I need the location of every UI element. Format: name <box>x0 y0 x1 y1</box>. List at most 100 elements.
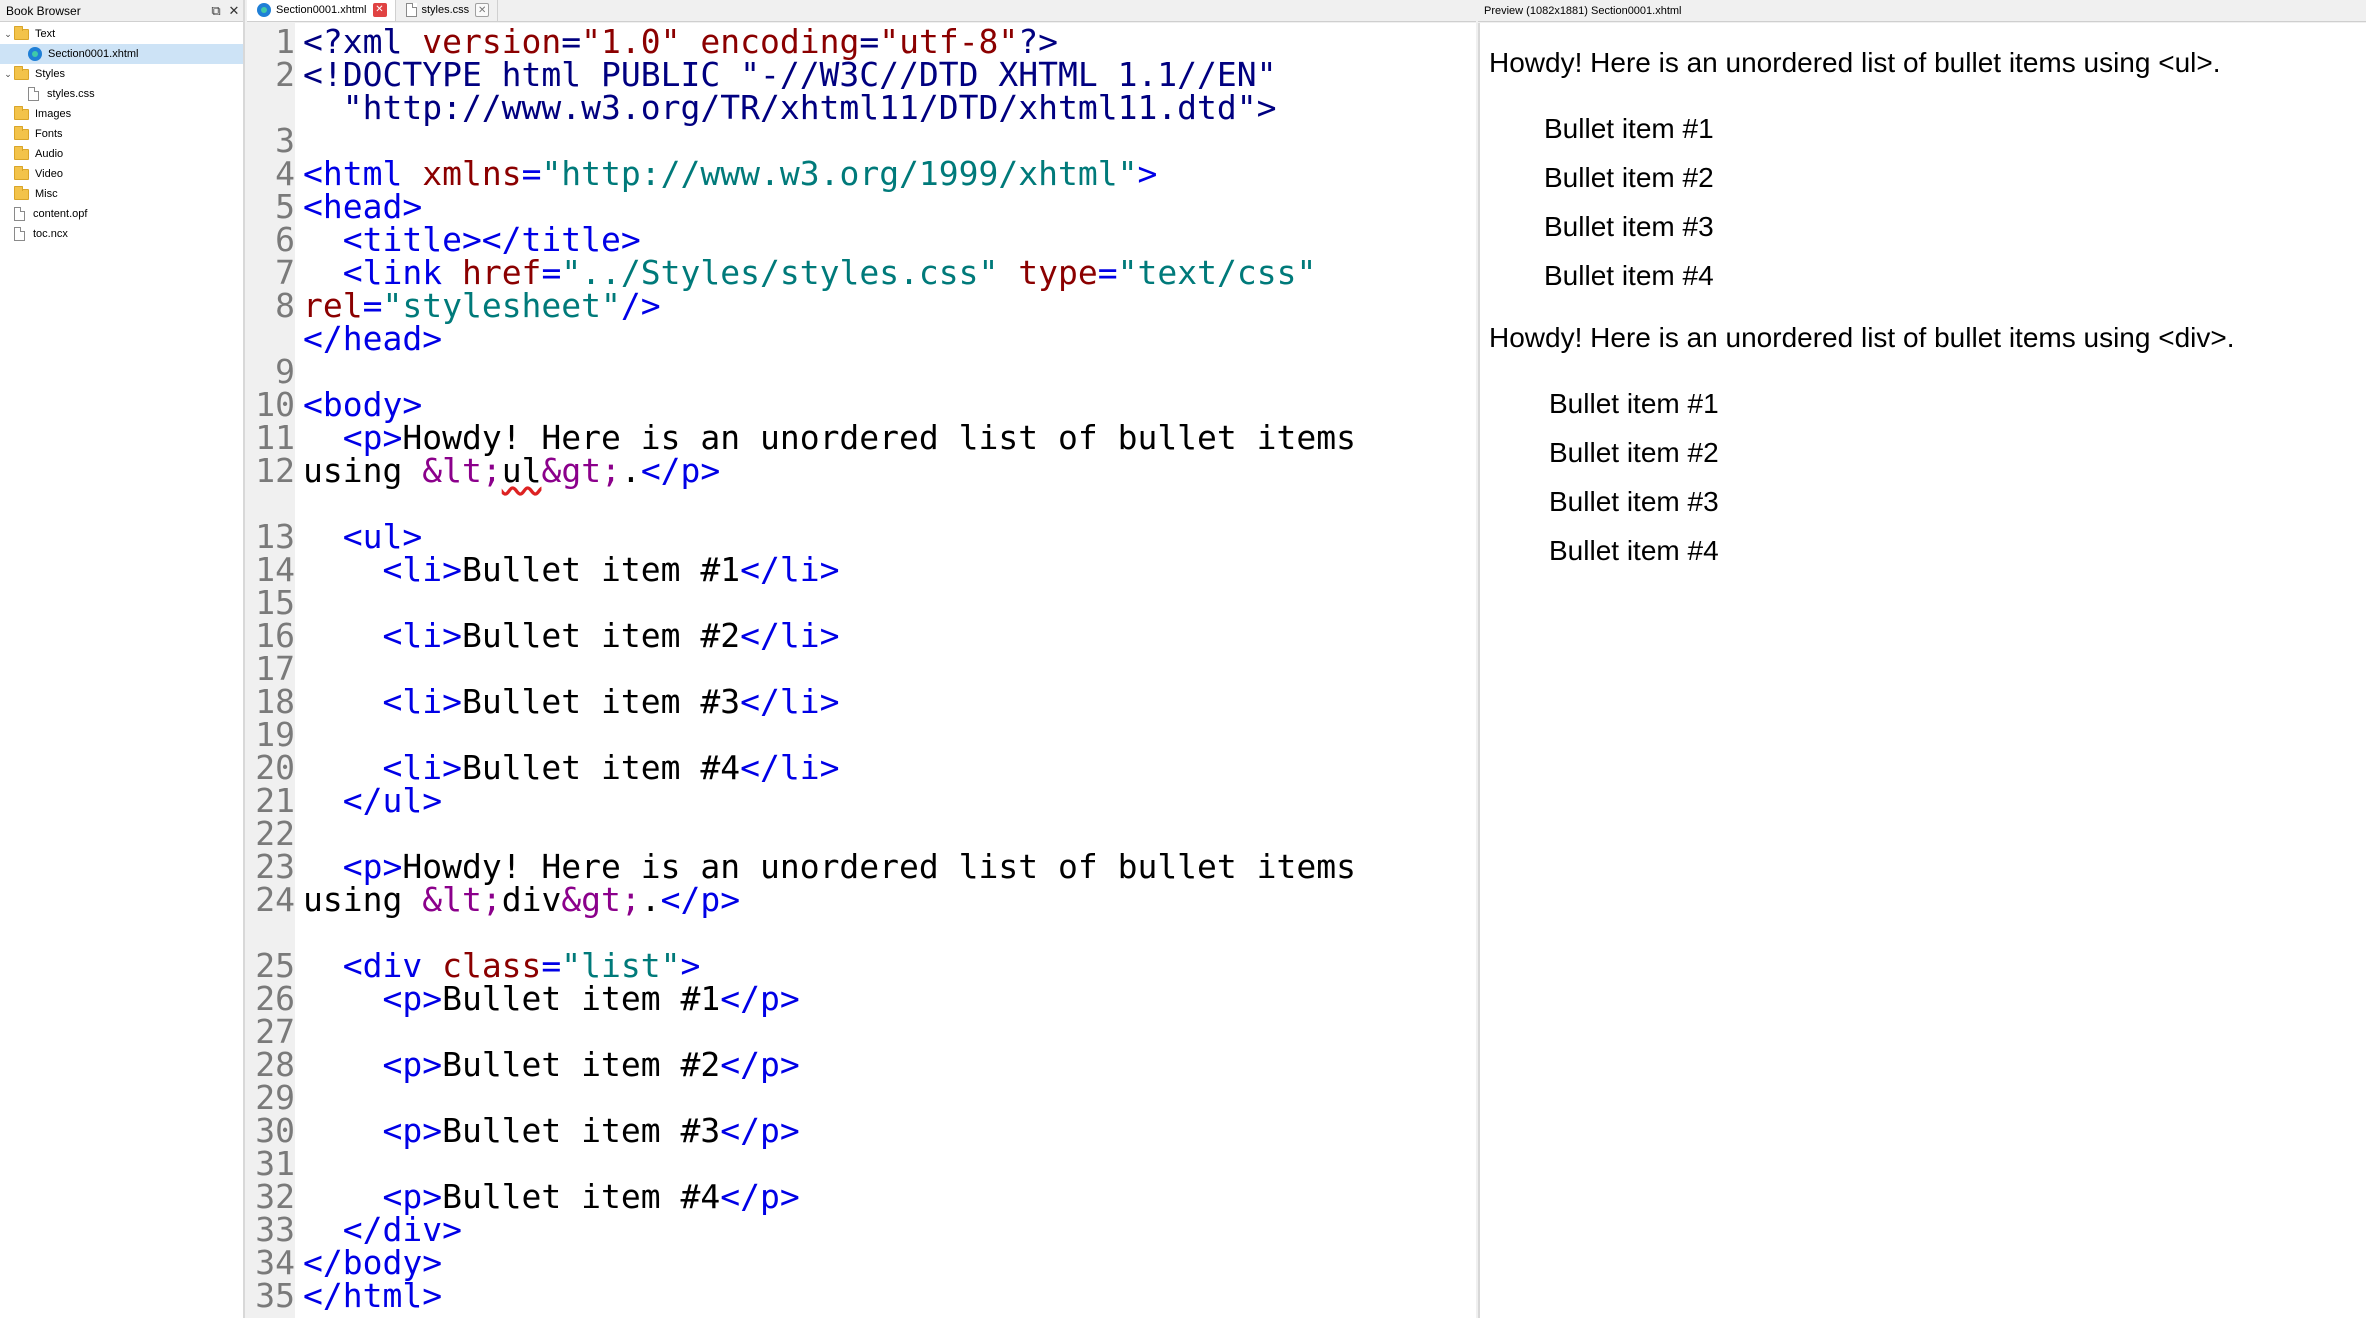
line-number: 32 <box>255 1177 295 1216</box>
close-tab-icon[interactable]: ✕ <box>372 3 387 17</box>
code-line[interactable]: 4 <html xmlns="http://www.w3.org/1999/xht… <box>247 157 1476 190</box>
book-browser-panel: Book Browser ⧉ ✕ ⌄ Text Section0001.xhtml ⌄… <box>0 0 245 1318</box>
tree-item-label: toc.ncx <box>33 228 68 240</box>
code-line[interactable]: 25 <div class="list"> <box>247 949 1476 982</box>
code-line[interactable]: 17 <box>247 652 1476 685</box>
code-line[interactable]: 6 <title></title> <box>247 223 1476 256</box>
book-browser-header: Book Browser ⧉ ✕ <box>0 0 243 22</box>
folder-icon <box>14 65 29 80</box>
file-tree: ⌄ Text Section0001.xhtml ⌄ Styles styles.css I… <box>0 22 243 244</box>
tree-item[interactable]: Video <box>0 164 243 184</box>
chevron-down-icon[interactable]: ⌄ <box>2 29 14 40</box>
code-line-content: <!DOCTYPE html PUBLIC "-//W3C//DTD XHTML… <box>295 58 1277 91</box>
tree-item[interactable]: Fonts <box>0 124 243 144</box>
code-line[interactable]: 15 <box>247 586 1476 619</box>
code-line-content: <p>Bullet item #4</p> <box>295 1180 799 1213</box>
code-line-content <box>295 586 303 619</box>
code-line[interactable]: 16 <li>Bullet item #2</li> <box>247 619 1476 652</box>
line-number: 22 <box>255 814 295 853</box>
code-line[interactable]: 1 <?xml version="1.0" encoding="utf-8"?> <box>247 25 1476 58</box>
code-line[interactable]: 21 </ul> <box>247 784 1476 817</box>
code-line[interactable]: 11 <p>Howdy! Here is an unordered list o… <box>247 421 1476 454</box>
code-line[interactable]: 13 <ul> <box>247 520 1476 553</box>
line-number: 20 <box>255 748 295 787</box>
code-line[interactable]: 19 <box>247 718 1476 751</box>
code-token: ul <box>501 451 542 490</box>
code-line-content <box>295 1015 303 1048</box>
code-line[interactable]: 22 <box>247 817 1476 850</box>
code-line-content <box>295 817 303 850</box>
code-line[interactable]: 3 <box>247 124 1476 157</box>
editor-tab[interactable]: Section0001.xhtml ✕ <box>247 0 396 21</box>
folder-icon <box>14 25 29 40</box>
code-line[interactable]: 32 <p>Bullet item #4</p> <box>247 1180 1476 1213</box>
code-line[interactable]: 33 </div> <box>247 1213 1476 1246</box>
tree-item[interactable]: Section0001.xhtml <box>0 44 243 64</box>
tree-item[interactable]: toc.ncx <box>0 224 243 244</box>
code-line[interactable]: 18 <li>Bullet item #3</li> <box>247 685 1476 718</box>
tree-item[interactable]: ⌄ Text <box>0 24 243 44</box>
code-line[interactable]: 26 <p>Bullet item #1</p> <box>247 982 1476 1015</box>
code-line[interactable]: "http://www.w3.org/TR/xhtml11/DTD/xhtml1… <box>247 91 1476 124</box>
code-line-content: <li>Bullet item #1</li> <box>295 553 839 586</box>
editor-tab[interactable]: styles.css ✕ <box>396 0 499 21</box>
preview-div-item: Bullet item #1 <box>1549 388 1719 419</box>
code-token: type <box>1018 253 1098 292</box>
tree-item[interactable]: ⌄ Styles <box>0 64 243 84</box>
code-line[interactable]: 30 <p>Bullet item #3</p> <box>247 1114 1476 1147</box>
chevron-down-icon[interactable]: ⌄ <box>2 69 14 80</box>
line-number: 13 <box>255 517 295 556</box>
tree-item[interactable]: styles.css <box>0 84 243 104</box>
tree-item-label: Section0001.xhtml <box>48 48 139 60</box>
code-line[interactable]: 35 </html> <box>247 1279 1476 1312</box>
folder-icon <box>14 165 29 180</box>
code-line[interactable]: 23 <p>Howdy! Here is an unordered list o… <box>247 850 1476 883</box>
code-token: > <box>1137 154 1158 193</box>
code-line[interactable]: </head> <box>247 322 1476 355</box>
code-line[interactable]: 7 <link href="../Styles/styles.css" type… <box>247 256 1476 289</box>
float-panel-icon[interactable]: ⧉ <box>207 3 225 19</box>
code-text[interactable]: 1 <?xml version="1.0" encoding="utf-8"?> 2… <box>247 23 1476 1312</box>
code-line[interactable]: 28 <p>Bullet item #2</p> <box>247 1048 1476 1081</box>
code-line[interactable]: 20 <li>Bullet item #4</li> <box>247 751 1476 784</box>
code-line[interactable]: 27 <box>247 1015 1476 1048</box>
code-line[interactable]: 24 using &lt;div&gt;.</p> <box>247 883 1476 916</box>
line-number: 21 <box>255 781 295 820</box>
code-line-content <box>295 718 303 751</box>
code-line[interactable] <box>247 916 1476 949</box>
code-line[interactable]: 29 <box>247 1081 1476 1114</box>
line-number: 28 <box>255 1045 295 1084</box>
code-line[interactable]: 10 <body> <box>247 388 1476 421</box>
code-line-content: </head> <box>295 322 442 355</box>
preview-div-item: Bullet item #3 <box>1549 486 1719 517</box>
tree-item[interactable]: Images <box>0 104 243 124</box>
code-line[interactable]: 34 </body> <box>247 1246 1476 1279</box>
code-line[interactable]: 5 <head> <box>247 190 1476 223</box>
code-editor[interactable]: 1 <?xml version="1.0" encoding="utf-8"?> 2… <box>247 23 1476 1318</box>
code-line[interactable] <box>247 487 1476 520</box>
editor-tab-bar: Section0001.xhtml ✕ styles.css ✕ <box>247 0 1476 22</box>
tab-label: Section0001.xhtml <box>276 4 367 16</box>
tree-item[interactable]: Misc <box>0 184 243 204</box>
code-line[interactable]: 2 <!DOCTYPE html PUBLIC "-//W3C//DTD XHTM… <box>247 58 1476 91</box>
tree-item-label: content.opf <box>33 208 88 220</box>
code-line[interactable]: 9 <box>247 355 1476 388</box>
close-tab-icon[interactable]: ✕ <box>475 3 490 17</box>
tree-item[interactable]: content.opf <box>0 204 243 224</box>
code-line-content: <p>Howdy! Here is an unordered list of b… <box>295 850 1356 883</box>
tree-item[interactable]: Audio <box>0 144 243 164</box>
code-line[interactable]: 31 <box>247 1147 1476 1180</box>
code-token: "http://www.w3.org/TR/xhtml11/DTD/xhtml1… <box>303 88 1277 127</box>
folder-icon <box>14 105 29 120</box>
line-number: 25 <box>255 946 295 985</box>
close-panel-icon[interactable]: ✕ <box>225 3 243 19</box>
code-token: &gt; <box>561 880 641 919</box>
code-line-content: <p>Howdy! Here is an unordered list of b… <box>295 421 1356 454</box>
code-line[interactable]: 8 rel="stylesheet"/> <box>247 289 1476 322</box>
code-token: &lt; <box>422 880 502 919</box>
code-line-content: <head> <box>295 190 422 223</box>
code-line[interactable]: 12 using &lt;ul&gt;.</p> <box>247 454 1476 487</box>
code-line[interactable]: 14 <li>Bullet item #1</li> <box>247 553 1476 586</box>
line-number <box>247 487 295 520</box>
line-number: 4 <box>275 154 295 193</box>
